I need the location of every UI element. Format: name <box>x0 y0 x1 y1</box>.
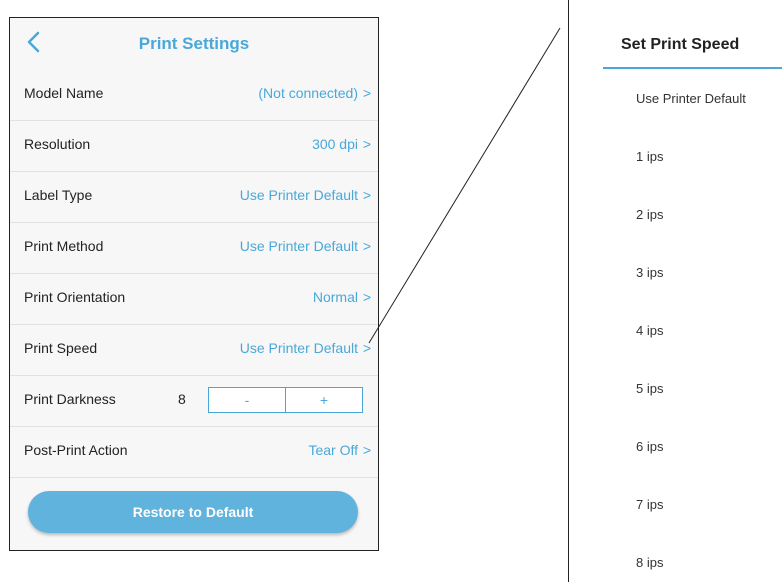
print-settings-screen: Print Settings Model Name (Not connected… <box>9 17 379 551</box>
speed-option[interactable]: 7 ips <box>636 497 663 512</box>
row-post-print-action[interactable]: Post-Print Action Tear Off > <box>10 427 378 478</box>
header: Print Settings <box>10 18 378 71</box>
row-label-type[interactable]: Label Type Use Printer Default > <box>10 172 378 223</box>
speed-option[interactable]: Use Printer Default <box>636 91 746 106</box>
chevron-right-icon: > <box>362 289 371 305</box>
row-label: Print Method <box>24 238 104 254</box>
print-speed-dialog: Set Print Speed Use Printer Default 1 ip… <box>568 0 782 582</box>
dialog-title: Set Print Speed <box>621 36 740 53</box>
restore-default-button[interactable]: Restore to Default <box>28 491 358 533</box>
speed-option[interactable]: 5 ips <box>636 381 663 396</box>
row-value: 300 dpi <box>312 136 358 152</box>
chevron-right-icon: > <box>362 187 371 203</box>
row-model-name[interactable]: Model Name (Not connected) > <box>10 70 378 121</box>
row-label: Resolution <box>24 136 91 152</box>
darkness-stepper: - + <box>208 387 363 413</box>
row-label: Post-Print Action <box>24 442 128 458</box>
row-print-darkness: Print Darkness 8 - + <box>10 376 378 427</box>
chevron-right-icon: > <box>362 85 371 101</box>
decrease-button[interactable]: - <box>209 388 285 412</box>
row-label: Label Type <box>24 187 93 203</box>
row-value: (Not connected) <box>258 85 358 101</box>
row-label: Print Orientation <box>24 289 126 305</box>
title-underline <box>603 67 782 69</box>
chevron-right-icon: > <box>362 238 371 254</box>
row-print-method[interactable]: Print Method Use Printer Default > <box>10 223 378 274</box>
row-value: Use Printer Default <box>239 187 358 203</box>
chevron-right-icon: > <box>362 340 371 356</box>
chevron-right-icon: > <box>362 442 371 458</box>
row-print-speed[interactable]: Print Speed Use Printer Default > <box>10 325 378 376</box>
speed-option[interactable]: 2 ips <box>636 207 663 222</box>
row-label: Model Name <box>24 85 104 101</box>
speed-option[interactable]: 1 ips <box>636 149 663 164</box>
speed-option[interactable]: 8 ips <box>636 555 663 570</box>
chevron-right-icon: > <box>362 136 371 152</box>
row-value: Normal <box>312 289 358 305</box>
speed-option[interactable]: 4 ips <box>636 323 663 338</box>
page-title: Print Settings <box>138 34 250 53</box>
row-value: Tear Off <box>308 442 358 458</box>
row-label: Print Darkness <box>24 391 116 407</box>
row-resolution[interactable]: Resolution 300 dpi > <box>10 121 378 172</box>
row-value: Use Printer Default <box>239 340 358 356</box>
darkness-value: 8 <box>178 391 186 407</box>
row-value: Use Printer Default <box>239 238 358 254</box>
row-print-orientation[interactable]: Print Orientation Normal > <box>10 274 378 325</box>
increase-button[interactable]: + <box>285 388 362 412</box>
speed-option[interactable]: 6 ips <box>636 439 663 454</box>
row-label: Print Speed <box>24 340 98 356</box>
speed-option[interactable]: 3 ips <box>636 265 663 280</box>
